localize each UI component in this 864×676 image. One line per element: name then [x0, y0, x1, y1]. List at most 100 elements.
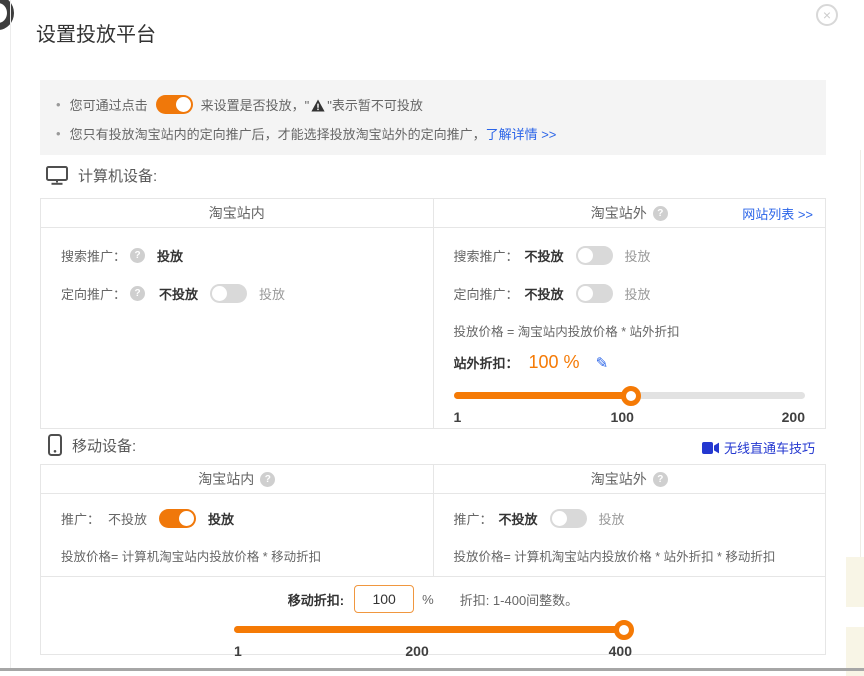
- mobile-onsite-price-formula: 投放价格= 计算机淘宝站内投放价格 * 移动折扣: [61, 546, 413, 565]
- offsite-discount-label: 站外折扣：: [454, 353, 519, 372]
- background-logo-fragment: [0, 0, 14, 30]
- computer-section-title: 计算机设备:: [46, 165, 157, 186]
- target-promo-label: 定向推广：: [61, 284, 126, 303]
- computer-offsite-header-label: 淘宝站外: [591, 203, 647, 223]
- help-icon[interactable]: ?: [653, 206, 668, 221]
- computer-onsite-header: 淘宝站内: [41, 199, 433, 227]
- computer-table-body: 搜索推广： ? 投放 定向推广： ? 不投放 投放 搜索推广： 不投放 投放 定…: [41, 228, 825, 429]
- computer-onsite-cell: 搜索推广： ? 投放 定向推广： ? 不投放 投放: [41, 228, 434, 429]
- mobile-offsite-header: 淘宝站外 ?: [433, 465, 826, 493]
- target-promo-label: 定向推广：: [454, 284, 519, 303]
- window-bottom-edge: [0, 668, 864, 671]
- offsite-target-row: 定向推广： 不投放 投放: [454, 283, 806, 303]
- mobile-table: 淘宝站内 ? 淘宝站外 ? 推广： 不投放 投放 投放价格= 计算机淘宝站内投放…: [40, 464, 826, 655]
- slider-knob[interactable]: [614, 620, 634, 640]
- mobile-discount-row: 移动折扣: % 折扣: 1-400间整数。 1 200 400: [41, 576, 825, 655]
- help-icon[interactable]: ?: [130, 286, 145, 301]
- computer-onsite-header-label: 淘宝站内: [209, 203, 265, 223]
- page-edge-line: [860, 150, 861, 557]
- notice-line-1: • 您可通过点击 来设置是否投放，" "表示暂不可投放: [56, 92, 810, 116]
- site-list-link[interactable]: 网站列表 >>: [742, 204, 813, 223]
- onsite-search-row: 搜索推广： ? 投放: [61, 245, 413, 265]
- notice-line1-mid: 来设置是否投放，": [201, 95, 310, 114]
- search-promo-label: 搜索推广：: [61, 246, 126, 265]
- promo-off-label: 不投放: [108, 509, 147, 528]
- mobile-onsite-promo-row: 推广： 不投放 投放: [61, 508, 413, 528]
- bullet-icon: •: [56, 126, 61, 141]
- mobile-offsite-price-formula: 投放价格= 计算机淘宝站内投放价格 * 站外折扣 * 移动折扣: [454, 546, 806, 565]
- target-promo-on-label: 投放: [625, 284, 651, 303]
- offsite-price-formula: 投放价格 = 淘宝站内投放价格 * 站外折扣: [454, 321, 806, 340]
- edit-icon[interactable]: ✎: [596, 354, 609, 372]
- wireless-tips: 无线直通车技巧: [702, 438, 815, 457]
- promo-off-label: 不投放: [499, 509, 538, 528]
- onsite-target-row: 定向推广： ? 不投放 投放: [61, 283, 413, 303]
- target-promo-on-label: 投放: [259, 284, 285, 303]
- notice-box: • 您可通过点击 来设置是否投放，" "表示暂不可投放 • 您只有投放淘宝站内的…: [40, 80, 826, 155]
- mobile-offsite-promo-row: 推广： 不投放 投放: [454, 508, 806, 528]
- toggle-knob: [176, 97, 191, 112]
- computer-offsite-header: 淘宝站外 ? 网站列表 >>: [433, 199, 826, 227]
- slider-min-label: 1: [454, 409, 462, 425]
- mobile-section-label: 移动设备:: [72, 435, 136, 456]
- demo-toggle[interactable]: [156, 95, 193, 114]
- help-icon[interactable]: ?: [260, 472, 275, 487]
- slider-mid-label: 200: [405, 643, 428, 659]
- offsite-discount-value: 100 %: [529, 352, 580, 373]
- mobile-discount-label: 移动折扣:: [288, 590, 344, 609]
- computer-section-label: 计算机设备:: [78, 165, 157, 186]
- mobile-discount-slider[interactable]: [234, 620, 632, 640]
- mobile-discount-hint: 折扣: 1-400间整数。: [460, 590, 578, 609]
- toggle-knob: [578, 248, 593, 263]
- mobile-onsite-cell: 推广： 不投放 投放 投放价格= 计算机淘宝站内投放价格 * 移动折扣: [41, 494, 434, 576]
- onsite-target-toggle[interactable]: [210, 284, 247, 303]
- mobile-offsite-header-label: 淘宝站外: [591, 469, 647, 489]
- mobile-offsite-cell: 推广： 不投放 投放 投放价格= 计算机淘宝站内投放价格 * 站外折扣 * 移动…: [434, 494, 826, 576]
- mobile-table-body: 推广： 不投放 投放 投放价格= 计算机淘宝站内投放价格 * 移动折扣 推广： …: [41, 494, 825, 576]
- promo-on-label: 投放: [208, 509, 234, 528]
- slider-mid-label: 100: [611, 409, 634, 425]
- mobile-discount-input[interactable]: [354, 585, 414, 613]
- bullet-icon: •: [56, 97, 61, 112]
- notice-line2-text: 您只有投放淘宝站内的定向推广后，才能选择投放淘宝站外的定向推广，: [70, 124, 486, 143]
- offsite-discount-slider[interactable]: [454, 386, 806, 406]
- search-promo-label: 搜索推广：: [454, 246, 519, 265]
- mobile-offsite-promo-toggle[interactable]: [550, 509, 587, 528]
- offsite-search-row: 搜索推广： 不投放 投放: [454, 245, 806, 265]
- help-icon[interactable]: ?: [653, 472, 668, 487]
- offsite-target-toggle[interactable]: [576, 284, 613, 303]
- computer-offsite-cell: 搜索推广： 不投放 投放 定向推广： 不投放 投放 投放价格 = 淘宝站内投放价…: [434, 228, 826, 429]
- mobile-onsite-promo-toggle[interactable]: [159, 509, 196, 528]
- search-promo-off-label: 不投放: [525, 246, 564, 265]
- computer-table-header: 淘宝站内 淘宝站外 ? 网站列表 >>: [41, 199, 825, 228]
- mobile-slider-labels: 1 200 400: [234, 643, 632, 659]
- offsite-search-toggle[interactable]: [576, 246, 613, 265]
- mobile-slider-wrap: 1 200 400: [234, 620, 632, 659]
- slider-max-label: 400: [609, 643, 632, 659]
- help-icon[interactable]: ?: [130, 248, 145, 263]
- promo-on-label: 投放: [599, 509, 625, 528]
- toggle-knob: [552, 511, 567, 526]
- monitor-icon: [46, 166, 68, 185]
- dialog-left-border: [10, 0, 11, 669]
- slider-knob[interactable]: [621, 386, 641, 406]
- mobile-table-header: 淘宝站内 ? 淘宝站外 ?: [41, 465, 825, 494]
- promo-label: 推广：: [454, 509, 493, 528]
- slider-max-label: 200: [782, 409, 805, 425]
- mobile-discount-unit: %: [422, 592, 434, 607]
- notice-line1-pre: 您可通过点击: [70, 95, 148, 114]
- close-icon[interactable]: ×: [816, 4, 838, 26]
- mobile-onsite-header-label: 淘宝站内: [198, 469, 254, 489]
- video-icon: [702, 442, 719, 454]
- slider-fill: [234, 626, 632, 633]
- target-promo-off-label: 不投放: [159, 284, 198, 303]
- wireless-tips-link[interactable]: 无线直通车技巧: [724, 438, 815, 457]
- dialog-title: 设置投放平台: [36, 18, 156, 47]
- toggle-knob: [179, 511, 194, 526]
- slider-fill: [454, 392, 632, 399]
- promo-label: 推广：: [61, 509, 100, 528]
- learn-more-link[interactable]: 了解详情 >>: [486, 124, 557, 143]
- offsite-discount-line: 站外折扣： 100 % ✎: [454, 352, 806, 373]
- search-promo-on-label: 投放: [625, 246, 651, 265]
- notice-line-2: • 您只有投放淘宝站内的定向推广后，才能选择投放淘宝站外的定向推广， 了解详情 …: [56, 124, 810, 143]
